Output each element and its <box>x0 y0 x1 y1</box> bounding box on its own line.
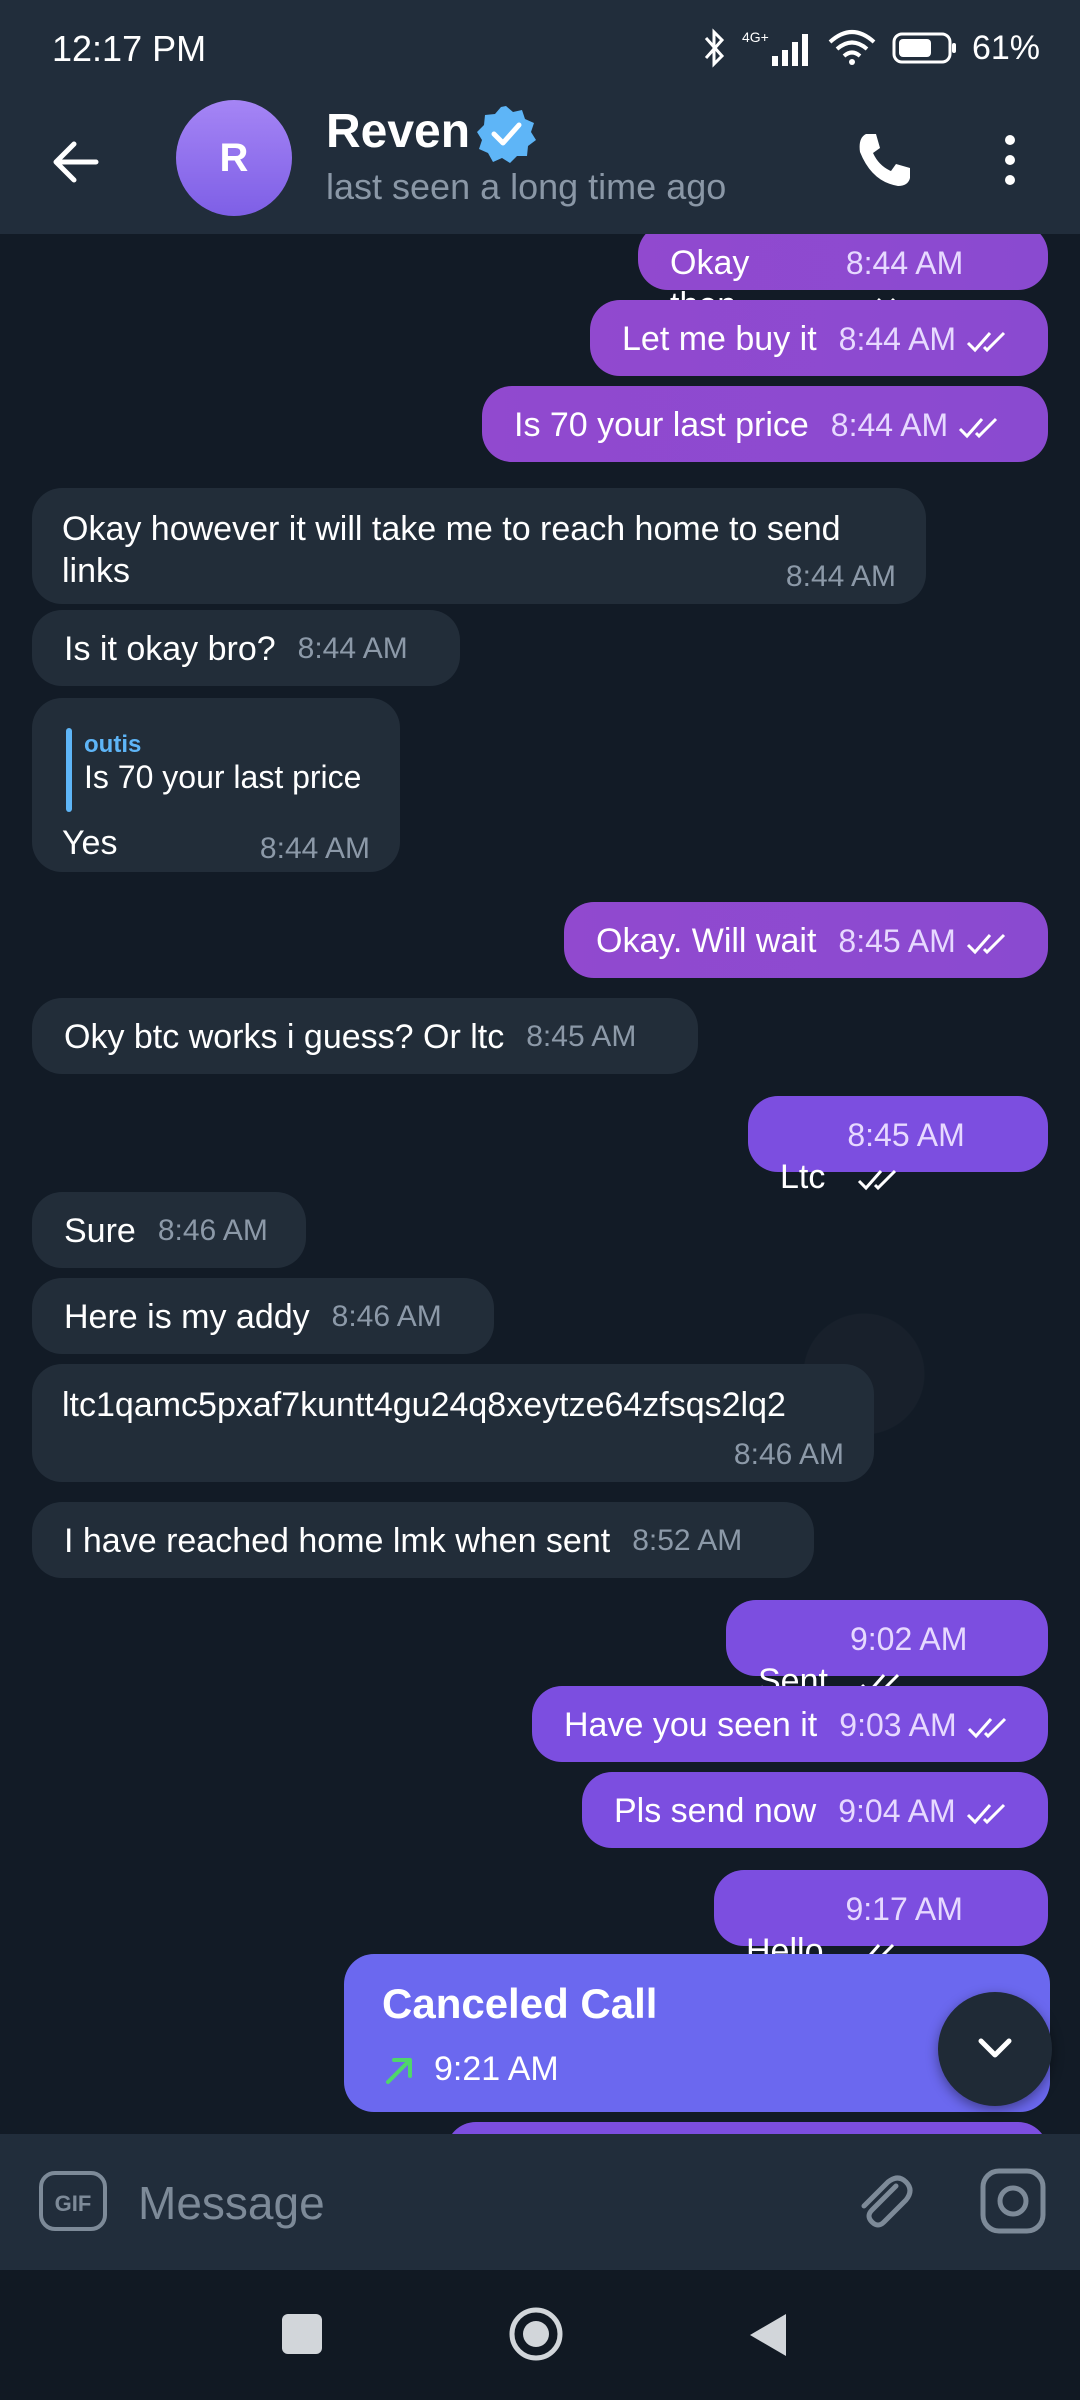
recent-apps-button[interactable] <box>282 2314 322 2354</box>
message-text: Yes <box>62 824 118 862</box>
bluetooth-icon <box>704 28 724 68</box>
phone-icon[interactable] <box>848 124 920 196</box>
paperclip-icon[interactable] <box>848 2166 918 2236</box>
message-incoming[interactable]: I have reached home lmk when sent 8:52 A… <box>32 1502 814 1578</box>
contact-name[interactable]: Reven <box>326 104 470 159</box>
battery-percent: 61% <box>971 28 1040 67</box>
double-check-icon <box>967 1717 1006 1738</box>
double-check-icon <box>967 331 1006 352</box>
avatar[interactable]: R <box>176 100 292 216</box>
double-check-icon <box>959 417 998 438</box>
network-label: 4G+ <box>742 29 769 45</box>
chat-messages[interactable]: Okay then 8:44 AM Let me buy it 8:44 AM … <box>0 234 1080 2134</box>
message-text: Pls send now <box>614 1792 817 1830</box>
message-text: Okay however it will take me to reach ho… <box>62 510 841 590</box>
message-time: 8:44 AM <box>259 832 370 865</box>
message-text: Sure <box>64 1212 136 1250</box>
gif-label: GIF <box>55 2191 92 2216</box>
message-time: 8:44 AM <box>839 318 1012 360</box>
message-time: 8:44 AM <box>831 404 1004 446</box>
message-time: 8:46 AM <box>733 1438 844 1471</box>
verified-icon <box>477 106 536 163</box>
gif-icon[interactable]: GIF <box>38 2170 108 2232</box>
back-arrow-icon[interactable] <box>44 130 108 194</box>
home-button[interactable] <box>506 2304 566 2364</box>
status-bar: 12:17 PM 4G+ 61% <box>0 0 1080 96</box>
battery-icon <box>892 32 956 64</box>
signal-icon: 4G+ <box>742 29 808 66</box>
message-incoming[interactable]: Is it okay bro? 8:44 AM <box>32 610 460 686</box>
call-title: Canceled Call <box>382 1980 658 2027</box>
message-incoming-reply[interactable]: outis Is 70 your last price Yes 8:44 AM <box>32 698 400 872</box>
double-check-icon <box>966 1803 1005 1824</box>
double-check-icon <box>966 933 1005 954</box>
scroll-to-bottom-button[interactable] <box>938 1992 1052 2106</box>
message-text: Okay. Will wait <box>596 922 817 960</box>
message-text: Is it okay bro? <box>64 630 276 668</box>
message-incoming-address[interactable]: ltc1qamc5pxaf7kuntt4gu24q8xeytze64zfsqs2… <box>32 1364 874 1482</box>
back-button[interactable] <box>746 2310 790 2360</box>
message-time: 9:04 AM <box>838 1790 1011 1832</box>
message-time: 8:45 AM <box>838 920 1011 962</box>
call-time: 9:21 AM <box>434 2050 559 2088</box>
message-outgoing[interactable]: Have you seen it 9:03 AM <box>532 1686 1048 1762</box>
message-outgoing[interactable]: Okay. Will wait 8:45 AM <box>564 902 1048 978</box>
wifi-icon <box>828 30 876 65</box>
message-text: Let me buy it <box>622 320 817 358</box>
status-time: 12:17 PM <box>52 28 207 69</box>
message-time: 8:44 AM <box>297 632 408 665</box>
message-outgoing[interactable]: Hello 9:17 AM <box>714 1870 1048 1970</box>
message-incoming[interactable]: Okay however it will take me to reach ho… <box>32 488 926 604</box>
message-incoming[interactable]: Sure 8:46 AM <box>32 1192 306 1268</box>
outgoing-call-arrow-icon <box>386 2058 412 2084</box>
message-time: 8:46 AM <box>157 1214 268 1247</box>
reply-quoted-text: Is 70 your last price <box>84 759 362 795</box>
reply-accent-bar <box>66 728 72 812</box>
more-vertical-icon[interactable] <box>990 124 1030 196</box>
message-text[interactable]: ltc1qamc5pxaf7kuntt4gu24q8xeytze64zfsqs2… <box>62 1384 786 1426</box>
message-outgoing-partial[interactable] <box>446 2122 1048 2134</box>
double-check-icon <box>858 1169 897 1190</box>
camera-icon[interactable] <box>978 2166 1048 2236</box>
message-text: Oky btc works i guess? Or ltc <box>64 1018 505 1056</box>
message-text: I have reached home lmk when sent <box>64 1522 611 1560</box>
contact-last-seen: last seen a long time ago <box>326 166 727 207</box>
chevron-down-icon <box>978 2038 1012 2058</box>
message-input[interactable] <box>136 2164 800 2242</box>
message-outgoing[interactable]: Pls send now 9:04 AM <box>582 1772 1048 1848</box>
message-time: 8:44 AM <box>785 560 896 593</box>
message-time: 8:45 AM <box>526 1020 637 1053</box>
message-text: Here is my addy <box>64 1298 310 1336</box>
status-icons: 4G+ 61% <box>700 26 1040 70</box>
system-navigation-bar <box>0 2270 1080 2400</box>
message-time: 8:45 AM <box>847 1114 1018 1198</box>
message-outgoing[interactable]: Ltc 8:45 AM <box>748 1096 1048 1196</box>
message-outgoing[interactable]: Sent 9:02 AM <box>726 1600 1048 1700</box>
message-time: 8:52 AM <box>632 1524 743 1557</box>
message-outgoing[interactable]: Okay then 8:44 AM <box>638 234 1048 324</box>
message-text: Is 70 your last price <box>514 406 809 444</box>
message-time: 9:03 AM <box>839 1704 1012 1746</box>
message-outgoing[interactable]: Let me buy it 8:44 AM <box>590 300 1048 376</box>
message-time: 8:46 AM <box>331 1300 442 1333</box>
message-text: Have you seen it <box>564 1706 818 1744</box>
message-outgoing[interactable]: Is 70 your last price 8:44 AM <box>482 386 1048 462</box>
message-incoming[interactable]: Oky btc works i guess? Or ltc 8:45 AM <box>32 998 698 1074</box>
message-text: Ltc <box>780 1158 826 1196</box>
message-incoming[interactable]: Here is my addy 8:46 AM <box>32 1278 494 1354</box>
message-composer: GIF <box>0 2134 1080 2270</box>
chat-header: R Reven last seen a long time ago <box>0 96 1080 234</box>
